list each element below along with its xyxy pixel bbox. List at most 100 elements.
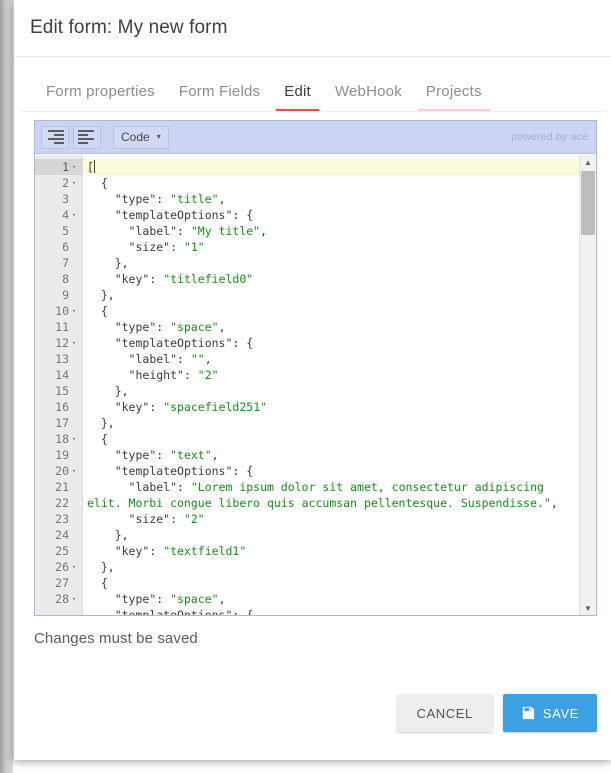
fold-arrow-icon[interactable]: ▾ — [69, 591, 79, 607]
code-line[interactable]: }, — [83, 287, 579, 303]
line-number: 26 — [55, 560, 69, 574]
gutter-line[interactable]: 3 — [35, 191, 82, 207]
gutter-line[interactable]: 15 — [35, 383, 82, 399]
align-right-icon[interactable] — [41, 125, 69, 149]
ace-editor[interactable]: Code ▾ powered by ace 1 ▾ 2 ▾ 3 4 ▾ 5 6 7 8 9 10 ▾ 11 1… — [34, 120, 597, 616]
gutter-line[interactable]: 13 — [35, 351, 82, 367]
code-line[interactable]: "key": "titlefield0" — [83, 271, 579, 287]
gutter-line[interactable]: 11 — [35, 319, 82, 335]
code-line[interactable]: }, — [83, 383, 579, 399]
editor-gutter[interactable]: 1 ▾ 2 ▾ 3 4 ▾ 5 6 7 8 9 10 ▾ 11 12 ▾ 13 14 15 16 17 18 ▾ 19 20 ▾ 21… — [35, 155, 83, 615]
gutter-line[interactable]: 26 ▾ — [35, 559, 82, 575]
tab-form-properties[interactable]: Form properties — [34, 83, 167, 112]
gutter-line[interactable]: 8 — [35, 271, 82, 287]
line-number: 21 — [55, 480, 69, 494]
ace-credit-label: powered by ace — [511, 131, 588, 143]
fold-arrow-icon[interactable]: ▾ — [69, 559, 79, 575]
gutter-line[interactable]: 7 — [35, 255, 82, 271]
code-line[interactable]: "size": "1" — [83, 239, 579, 255]
gutter-line[interactable]: 21 — [35, 479, 82, 495]
cancel-button[interactable]: CANCEL — [396, 694, 493, 732]
gutter-line[interactable]: 4 ▾ — [35, 207, 82, 223]
gutter-line[interactable]: 18 ▾ — [35, 431, 82, 447]
line-number: 17 — [55, 416, 69, 430]
code-line[interactable]: "templateOptions": { — [83, 463, 579, 479]
line-number: 7 — [62, 256, 69, 270]
fold-arrow-icon[interactable]: ▾ — [69, 175, 79, 191]
code-line[interactable]: "key": "spacefield251" — [83, 399, 579, 415]
code-line[interactable]: [ — [83, 159, 579, 175]
code-line[interactable]: }, — [83, 559, 579, 575]
gutter-line[interactable]: 14 — [35, 367, 82, 383]
code-line[interactable]: "key": "textfield1" — [83, 543, 579, 559]
code-line[interactable]: "templateOptions": { — [83, 335, 579, 351]
tab-webhook[interactable]: WebHook — [323, 83, 414, 112]
save-button[interactable]: SAVE — [502, 694, 597, 732]
tab-label: WebHook — [334, 83, 402, 100]
code-line[interactable]: }, — [83, 415, 579, 431]
gutter-line[interactable]: 9 — [35, 287, 82, 303]
fold-arrow-icon[interactable]: ▾ — [69, 159, 79, 175]
code-line[interactable]: { — [83, 175, 579, 191]
tab-bar: Form properties Form Fields Edit WebHook… — [14, 57, 611, 112]
gutter-line[interactable]: 17 — [35, 415, 82, 431]
dialog-bottom-strip — [14, 747, 611, 760]
code-line[interactable]: "templateOptions": { — [83, 207, 579, 223]
edit-form-dialog: Edit form: My new form Form properties F… — [14, 0, 611, 760]
tab-projects[interactable]: Projects — [414, 83, 494, 112]
gutter-line[interactable]: 12 ▾ — [35, 335, 82, 351]
code-line[interactable]: }, — [83, 255, 579, 271]
gutter-line[interactable]: 27 — [35, 575, 82, 591]
fold-arrow-icon[interactable]: ▾ — [69, 463, 79, 479]
code-line[interactable]: }, — [83, 527, 579, 543]
code-line[interactable]: "height": "2" — [83, 367, 579, 383]
code-line[interactable]: "type": "space", — [83, 319, 579, 335]
gutter-line[interactable]: 23 — [35, 511, 82, 527]
editor-mode-dropdown[interactable]: Code ▾ — [113, 125, 169, 149]
line-number: 6 — [62, 240, 69, 254]
code-line[interactable]: "size": "2" — [83, 511, 579, 527]
gutter-line[interactable]: 2 ▾ — [35, 175, 82, 191]
editor-body: 1 ▾ 2 ▾ 3 4 ▾ 5 6 7 8 9 10 ▾ 11 12 ▾ 13 14 15 16 17 18 ▾ 19 20 ▾ 21… — [35, 155, 596, 615]
tab-form-fields[interactable]: Form Fields — [167, 83, 272, 112]
editor-vertical-scrollbar[interactable]: ▲ ▼ — [579, 155, 596, 615]
fold-arrow-icon[interactable]: ▾ — [69, 303, 79, 319]
code-line[interactable]: "label": "", — [83, 351, 579, 367]
line-number: 28 — [55, 592, 69, 606]
gutter-line[interactable]: 1 ▾ — [35, 159, 82, 175]
line-number: 18 — [55, 432, 69, 446]
fold-arrow-icon[interactable]: ▾ — [69, 207, 79, 223]
code-line[interactable]: "templateOptions": { — [83, 607, 579, 615]
gutter-line[interactable]: 16 — [35, 399, 82, 415]
code-line[interactable]: "type": "text", — [83, 447, 579, 463]
gutter-line[interactable]: 25 — [35, 543, 82, 559]
gutter-line[interactable]: 22 — [35, 495, 82, 511]
gutter-line[interactable]: 10 ▾ — [35, 303, 82, 319]
gutter-line[interactable]: 24 — [35, 527, 82, 543]
scrollbar-thumb[interactable] — [581, 171, 595, 235]
code-line[interactable]: "type": "space", — [83, 591, 579, 607]
gutter-line[interactable]: 5 — [35, 223, 82, 239]
fold-arrow-icon[interactable]: ▾ — [69, 335, 79, 351]
editor-code-area[interactable]: [ { "type": "title", "templateOptions": … — [83, 155, 579, 615]
chevron-down-icon: ▾ — [156, 132, 161, 141]
code-line[interactable]: "label": "Lorem ipsum dolor sit amet, co… — [83, 479, 579, 511]
code-line[interactable]: { — [83, 303, 579, 319]
fold-arrow-icon[interactable]: ▾ — [69, 431, 79, 447]
line-number: 12 — [55, 336, 69, 350]
gutter-line[interactable]: 19 — [35, 447, 82, 463]
tab-edit[interactable]: Edit — [272, 83, 323, 112]
code-line[interactable]: { — [83, 431, 579, 447]
align-left-icon[interactable] — [73, 125, 101, 149]
line-number: 9 — [62, 288, 69, 302]
editor-toolbar: Code ▾ powered by ace — [35, 121, 596, 154]
scroll-down-arrow-icon[interactable]: ▼ — [580, 601, 596, 615]
code-line[interactable]: "type": "title", — [83, 191, 579, 207]
code-line[interactable]: "label": "My title", — [83, 223, 579, 239]
gutter-line[interactable]: 6 — [35, 239, 82, 255]
save-button-label: SAVE — [542, 705, 579, 721]
gutter-line[interactable]: 28 ▾ — [35, 591, 82, 607]
scroll-up-arrow-icon[interactable]: ▲ — [580, 155, 596, 169]
gutter-line[interactable]: 20 ▾ — [35, 463, 82, 479]
code-line[interactable]: { — [83, 575, 579, 591]
